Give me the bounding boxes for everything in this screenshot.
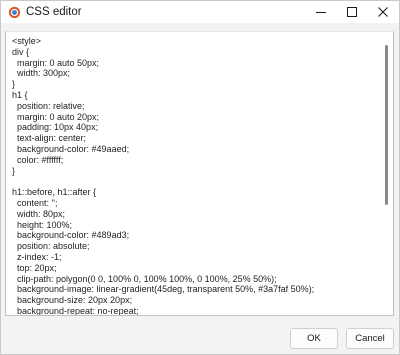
maximize-icon — [347, 7, 357, 17]
maximize-button[interactable] — [337, 1, 367, 23]
css-editor-window: CSS editor <style> div { margin: 0 auto … — [0, 0, 400, 355]
title-bar[interactable]: CSS editor — [1, 1, 399, 23]
close-button[interactable] — [368, 1, 398, 23]
vertical-scrollbar[interactable] — [381, 32, 393, 315]
cancel-button[interactable]: Cancel — [346, 328, 394, 349]
app-icon — [8, 6, 21, 19]
ok-button[interactable]: OK — [290, 328, 338, 349]
css-code-text[interactable]: <style> div { margin: 0 auto 50px; width… — [12, 36, 314, 315]
close-icon — [378, 7, 388, 17]
minimize-button[interactable] — [306, 1, 336, 23]
minimize-icon — [316, 12, 326, 13]
window-title: CSS editor — [26, 6, 82, 18]
css-code-editor[interactable]: <style> div { margin: 0 auto 50px; width… — [5, 31, 394, 316]
scrollbar-thumb[interactable] — [385, 45, 388, 205]
